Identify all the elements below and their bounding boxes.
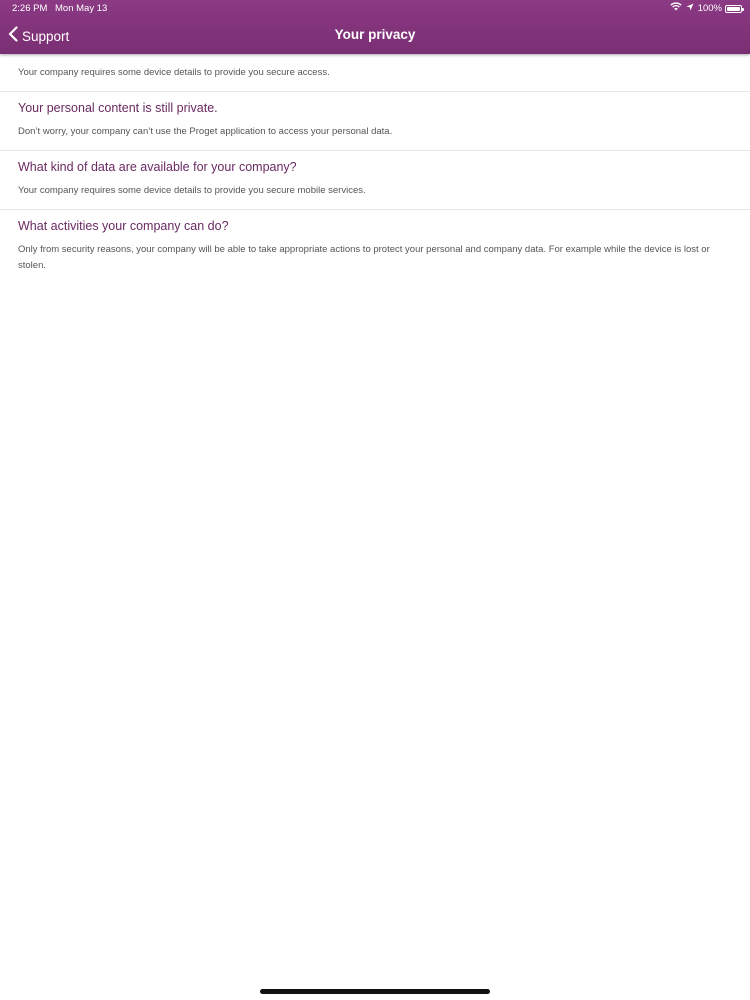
status-time: 2:26 PM xyxy=(12,3,48,14)
location-icon xyxy=(686,0,694,18)
section-title: What activities your company can do? xyxy=(18,219,229,233)
section-data-available: What kind of data are available for your… xyxy=(0,151,750,210)
privacy-screen: 2:26 PM Mon May 13 100% Support Your pri… xyxy=(0,0,750,1000)
status-date: Mon May 13 xyxy=(55,3,108,14)
status-bar: 2:26 PM Mon May 13 100% xyxy=(0,0,750,18)
section-body: Your company requires some device detail… xyxy=(18,185,366,196)
top-bar: 2:26 PM Mon May 13 100% Support Your pri… xyxy=(0,0,750,54)
privacy-content: Your company requires some device detail… xyxy=(0,54,750,284)
wifi-icon xyxy=(670,0,682,18)
battery-percent: 100% xyxy=(697,3,722,14)
section-title: Your personal content is still private. xyxy=(18,101,218,115)
status-indicators: 100% xyxy=(670,0,722,18)
intro-text: Your company requires some device detail… xyxy=(0,54,750,92)
page-title: Your privacy xyxy=(334,27,416,42)
navigation-bar: Support Your privacy xyxy=(0,18,750,54)
section-personal-content: Your personal content is still private. … xyxy=(0,92,750,151)
section-company-activities: What activities your company can do? Onl… xyxy=(0,210,750,284)
home-indicator[interactable] xyxy=(260,989,490,994)
section-body: Don’t worry, your company can’t use the … xyxy=(18,126,393,137)
section-body: Only from security reasons, your company… xyxy=(18,244,710,271)
battery-icon xyxy=(725,5,744,13)
section-title: What kind of data are available for your… xyxy=(18,160,297,174)
